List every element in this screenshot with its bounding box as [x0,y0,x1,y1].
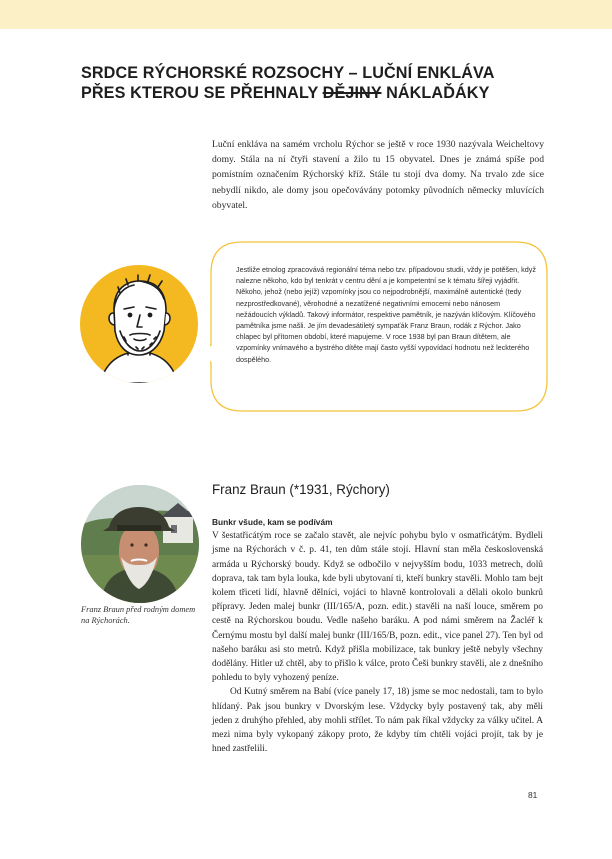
top-color-band [0,0,612,29]
title-line-1: SRDCE RÝCHORSKÉ ROZSOCHY – LUČNÍ ENKLÁVA [81,64,495,82]
bubble-text: Jestliže etnolog zpracovává regionální t… [236,265,536,364]
intro-paragraph: Luční enkláva na samém vrcholu Rýchor se… [212,139,544,211]
bearded-man-illustration-icon [80,265,198,383]
page-number: 81 [528,790,538,800]
photo-caption: Franz Braun před rodným domem na Rýchorá… [81,605,196,626]
title-line-2: PŘES KTEROU SE PŘEHNALY DĚJINY NÁKLAĎÁKY [81,83,551,103]
interview-body: Bunkr všude, kam se podívám V šestatřicá… [212,515,543,756]
portrait-photo [81,485,199,603]
title-line-2-end: NÁKLAĎÁKY [381,84,490,102]
paragraph-1: V šestatřicátým roce se začalo stavět, a… [212,531,543,684]
subheading: Bunkr všude, kam se podívám [212,517,333,527]
paragraph-2: Od Kutný směrem na Babí (více panely 17,… [212,687,543,755]
title-struck-word: DĚJINY [322,84,382,102]
page-title: SRDCE RÝCHORSKÉ ROZSOCHY – LUČNÍ ENKLÁVA… [81,63,551,103]
title-line-2-start: PŘES KTEROU SE PŘEHNALY [81,84,323,102]
section-title: Franz Braun (*1931, Rýchory) [212,482,390,497]
